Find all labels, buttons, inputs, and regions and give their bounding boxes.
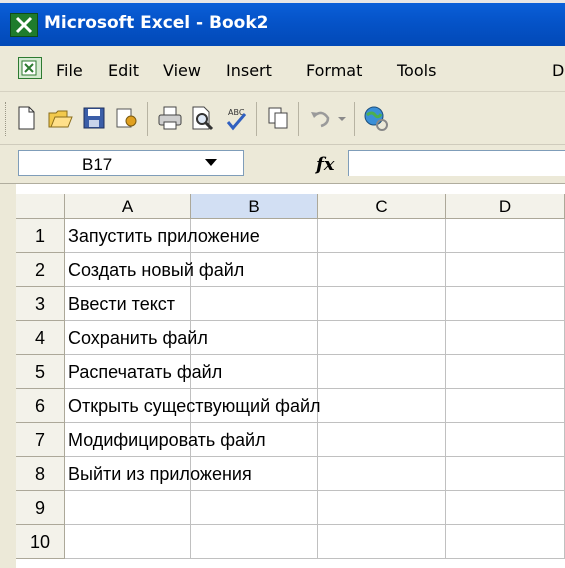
cell-text: Сохранить файл [68,328,208,348]
menu-edit[interactable]: Edit [108,61,139,80]
row-header[interactable]: 1 [16,219,65,253]
row-header[interactable]: 8 [16,457,65,491]
cell-d5[interactable] [446,355,565,389]
cell-text: Запустить приложение [68,226,260,246]
row-header[interactable]: 7 [16,423,65,457]
undo-dropdown-icon[interactable] [334,104,350,132]
toolbar-separator [147,102,148,136]
cell-d8[interactable] [446,457,565,491]
cell-b4[interactable] [191,321,318,355]
row-header[interactable]: 10 [16,525,65,559]
column-header-c[interactable]: C [318,194,446,219]
cell-c4[interactable] [318,321,446,355]
sheet-left-margin [0,184,16,568]
save-icon[interactable] [80,104,108,132]
cell-text: Открыть существующий файл [68,396,321,416]
insert-function-icon[interactable]: fx [316,154,334,175]
menu-view[interactable]: View [163,61,201,80]
toolbar-separator [354,102,355,136]
cell-c1[interactable] [318,219,446,253]
hyperlink-icon[interactable] [362,104,390,132]
print-icon[interactable] [156,104,184,132]
menu-bar [0,46,565,92]
cell-b9[interactable] [191,491,318,525]
column-header-d[interactable]: D [446,194,565,219]
menu-file[interactable]: File [56,61,83,80]
cell-c3[interactable] [318,287,446,321]
menu-insert[interactable]: Insert [226,61,272,80]
cell-text: Выйти из приложения [68,464,252,484]
cell-d3[interactable] [446,287,565,321]
cell-d10[interactable] [446,525,565,559]
cell-text: Распечатать файл [68,362,223,382]
cell-c7[interactable] [318,423,446,457]
cell-c5[interactable] [318,355,446,389]
cell-text: Модифицировать файл [68,430,266,450]
name-box-value: B17 [82,155,113,174]
column-header-a[interactable]: A [65,194,191,219]
cell-d6[interactable] [446,389,565,423]
cell-d7[interactable] [446,423,565,457]
row-header[interactable]: 3 [16,287,65,321]
spelling-icon[interactable]: ABC [222,104,250,132]
row-header[interactable]: 5 [16,355,65,389]
name-box-dropdown-icon[interactable] [205,159,217,166]
formula-input[interactable] [348,150,565,176]
cell-c6[interactable] [318,389,446,423]
toolbar-separator [256,102,257,136]
cell-d1[interactable] [446,219,565,253]
cell-c9[interactable] [318,491,446,525]
cell-text: Ввести текст [68,294,176,314]
toolbar-separator [298,102,299,136]
menu-tools[interactable]: Tools [397,61,436,80]
new-icon[interactable] [12,104,40,132]
cell-c10[interactable] [318,525,446,559]
cell-d4[interactable] [446,321,565,355]
cell-c8[interactable] [318,457,446,491]
column-header-b[interactable]: B [191,194,318,219]
cell-b10[interactable] [191,525,318,559]
title-bar: Microsoft Excel - Book2 [0,0,565,46]
print-preview-icon[interactable] [188,104,216,132]
cell-c2[interactable] [318,253,446,287]
row-header[interactable]: 6 [16,389,65,423]
undo-icon[interactable] [306,104,334,132]
menu-format[interactable]: Format [306,61,362,80]
workbook-icon[interactable] [18,57,42,79]
toolbar-grip[interactable] [5,102,9,136]
excel-app-icon[interactable] [10,13,38,37]
cell-a9[interactable] [65,491,191,525]
open-icon[interactable] [46,104,74,132]
select-all-corner[interactable] [16,194,65,219]
window-title: Microsoft Excel - Book2 [44,13,269,33]
row-header[interactable]: 4 [16,321,65,355]
cell-d9[interactable] [446,491,565,525]
row-header[interactable]: 2 [16,253,65,287]
cell-d2[interactable] [446,253,565,287]
row-header[interactable]: 9 [16,491,65,525]
copy-icon[interactable] [264,104,292,132]
cell-a10[interactable] [65,525,191,559]
permission-icon[interactable] [112,104,140,132]
cell-b3[interactable] [191,287,318,321]
menu-data[interactable]: D [552,61,564,80]
cell-text: Создать новый файл [68,260,245,280]
